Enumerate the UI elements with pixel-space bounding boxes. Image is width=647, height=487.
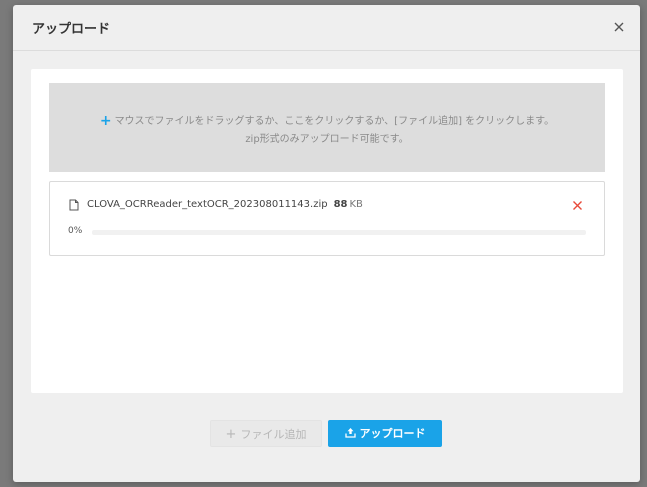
upload-icon xyxy=(344,428,356,438)
add-file-button[interactable]: + ファイル追加 xyxy=(210,420,322,447)
close-icon[interactable] xyxy=(612,20,626,34)
upload-dialog: アップロード + マウスでファイルをドラッグするか、ここをクリックするか、[ファイ… xyxy=(13,5,640,482)
file-name: CLOVA_OCRReader_textOCR_202308011143.zip xyxy=(87,199,328,210)
progress-bar xyxy=(92,230,586,235)
plus-icon: + xyxy=(99,113,112,129)
dropzone-instruction-text: マウスでファイルをドラッグするか、ここをクリックするか、[ファイル追加] をクリ… xyxy=(114,116,555,127)
file-size-unit: KB xyxy=(349,199,363,210)
progress-percent: 0% xyxy=(68,226,83,236)
upload-panel: + マウスでファイルをドラッグするか、ここをクリックするか、[ファイル追加] をク… xyxy=(31,69,623,393)
dropzone-instruction: + マウスでファイルをドラッグするか、ここをクリックするか、[ファイル追加] をク… xyxy=(49,112,605,129)
file-size-value: 88 xyxy=(333,199,348,210)
file-icon xyxy=(69,199,79,211)
file-info: CLOVA_OCRReader_textOCR_202308011143.zip… xyxy=(87,199,363,210)
dialog-header: アップロード xyxy=(13,5,640,51)
dropzone-format-note: zip形式のみアップロード可能です。 xyxy=(245,134,409,145)
file-item: CLOVA_OCRReader_textOCR_202308011143.zip… xyxy=(49,181,605,256)
plus-icon: + xyxy=(225,427,237,442)
dialog-title: アップロード xyxy=(32,22,111,37)
remove-icon[interactable] xyxy=(572,200,583,211)
upload-button[interactable]: アップロード xyxy=(328,420,442,447)
add-file-label: ファイル追加 xyxy=(240,428,307,441)
upload-label: アップロード xyxy=(359,427,426,440)
file-dropzone[interactable]: + マウスでファイルをドラッグするか、ここをクリックするか、[ファイル追加] をク… xyxy=(49,83,605,172)
